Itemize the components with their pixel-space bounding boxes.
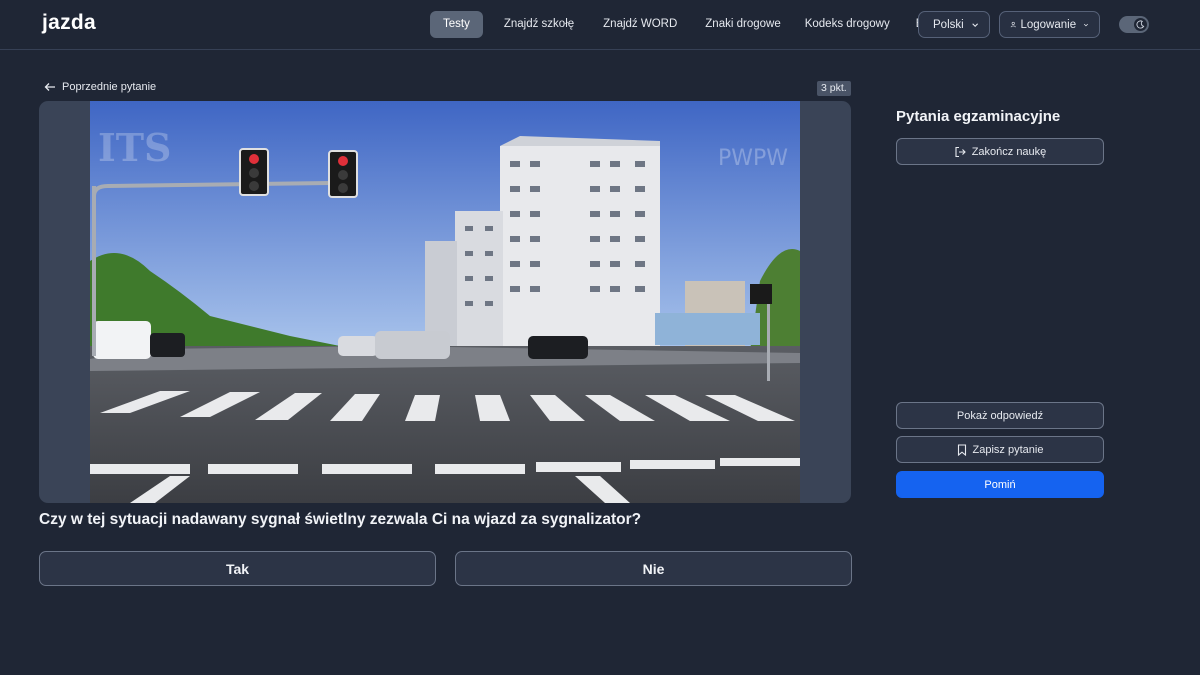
top-navbar: jazda Testy Znajdź szkołę Znajdź WORD Zn… bbox=[0, 0, 1200, 50]
answer-no-button[interactable]: Nie bbox=[455, 551, 852, 586]
intersection-photo: ITS PWPW bbox=[90, 101, 800, 503]
answer-yes-button[interactable]: Tak bbox=[39, 551, 436, 586]
show-answer-button[interactable]: Pokaż odpowiedź bbox=[896, 402, 1104, 429]
question-media: ITS PWPW bbox=[39, 101, 851, 503]
nav-item-kodeks-drogowy[interactable]: Kodeks drogowy bbox=[801, 11, 894, 38]
arrow-left-icon bbox=[44, 83, 55, 91]
moon-icon bbox=[1136, 20, 1145, 29]
user-icon bbox=[1010, 21, 1016, 28]
logo-text: jazda bbox=[42, 11, 97, 34]
end-learning-label: Zakończ naukę bbox=[971, 145, 1047, 158]
question-text: Czy w tej sytuacji nadawany sygnał świet… bbox=[39, 511, 642, 528]
nav-item-znajdz-word[interactable]: Znajdź WORD bbox=[599, 11, 681, 38]
previous-question-link[interactable]: Poprzednie pytanie bbox=[44, 81, 156, 93]
skip-button[interactable]: Pomiń bbox=[896, 471, 1104, 498]
watermark-pwpw: PWPW bbox=[718, 146, 788, 171]
main-nav: Testy Znajdź szkołę Znajdź WORD Znaki dr… bbox=[430, 11, 943, 38]
login-button[interactable]: Logowanie bbox=[999, 11, 1100, 38]
bookmark-icon bbox=[957, 443, 966, 456]
nav-item-testy[interactable]: Testy bbox=[430, 11, 483, 38]
end-learning-button[interactable]: Zakończ naukę bbox=[896, 138, 1104, 165]
chevron-down-icon bbox=[1084, 23, 1089, 26]
save-question-label: Zapisz pytanie bbox=[972, 443, 1044, 456]
logo[interactable]: jazda bbox=[42, 11, 96, 35]
language-select[interactable]: Polski bbox=[918, 11, 990, 38]
watermark-its: ITS bbox=[98, 125, 172, 170]
login-label: Logowanie bbox=[1020, 18, 1077, 31]
theme-toggle[interactable] bbox=[1119, 16, 1149, 33]
nav-item-znaki-drogowe[interactable]: Znaki drogowe bbox=[701, 11, 784, 38]
save-question-button[interactable]: Zapisz pytanie bbox=[896, 436, 1104, 463]
show-answer-label: Pokaż odpowiedź bbox=[956, 409, 1044, 422]
previous-question-label: Poprzednie pytanie bbox=[62, 81, 157, 93]
chevron-down-icon bbox=[971, 22, 978, 27]
logout-icon bbox=[955, 146, 966, 157]
nav-item-znajdz-szkole[interactable]: Znajdź szkołę bbox=[500, 11, 578, 38]
points-badge: 3 pkt. bbox=[817, 81, 851, 96]
skip-label: Pomiń bbox=[984, 478, 1016, 491]
sidebar-title: Pytania egzaminacyjne bbox=[896, 108, 1061, 125]
language-label: Polski bbox=[933, 18, 964, 31]
